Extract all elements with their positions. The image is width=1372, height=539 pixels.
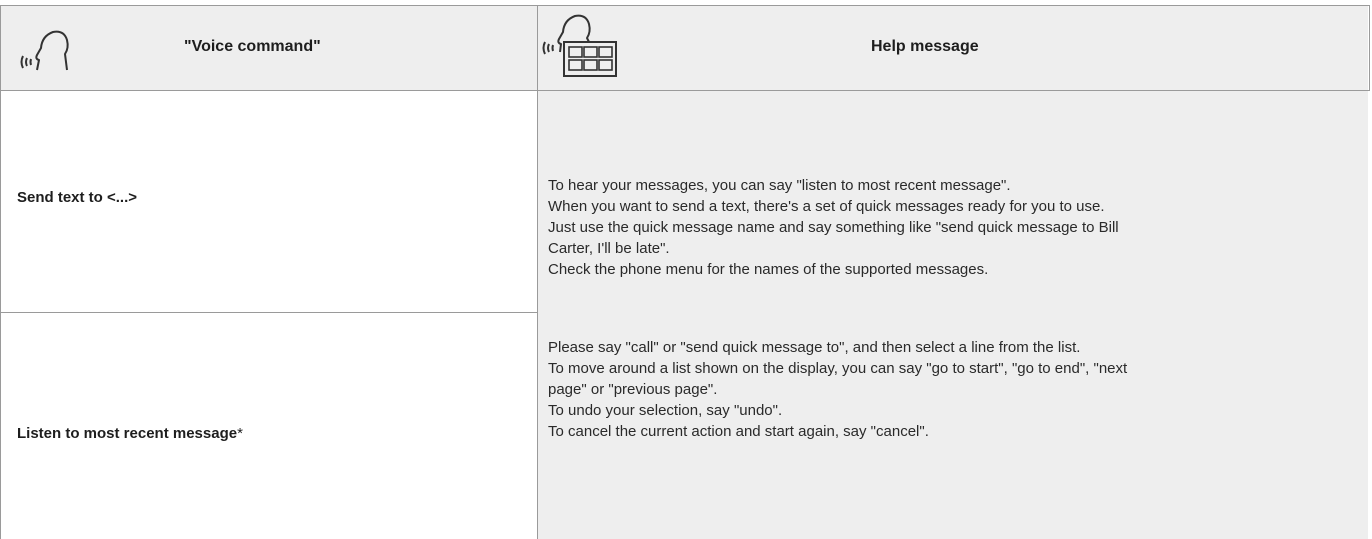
help-line: To move around a list shown on the displ…: [548, 360, 1128, 377]
help-line: To undo your selection, say "undo".: [548, 402, 783, 419]
column-divider: [537, 5, 538, 539]
command-suffix: *: [237, 425, 243, 442]
help-line: Please say "call" or "send quick message…: [548, 339, 1081, 356]
help-line: To cancel the current action and start a…: [548, 423, 929, 440]
help-line: Check the phone menu for the names of th…: [548, 261, 989, 278]
speaking-head-keypad-icon: [542, 14, 617, 77]
help-line: Carter, I'll be late".: [548, 240, 670, 257]
command-send-text: Send text to <...>: [17, 189, 137, 206]
command-label: Listen to most recent message: [17, 425, 238, 442]
help-line: page" or "previous page".: [548, 381, 718, 398]
help-line: When you want to send a text, there's a …: [548, 198, 1105, 215]
help-text-messages: To hear your messages, you can say "list…: [548, 175, 1348, 280]
help-line: To hear your messages, you can say "list…: [548, 177, 1011, 194]
help-line: Just use the quick message name and say …: [548, 219, 1119, 236]
header-bottom-border: [0, 90, 1370, 91]
voice-command-table: "Voice command" Help message Send text t…: [0, 0, 1372, 539]
help-message-title: Help message: [871, 38, 979, 55]
command-listen-recent: Listen to most recent message*: [17, 425, 243, 442]
help-message-column: [538, 91, 1368, 539]
command-label: Send text to <...>: [17, 189, 138, 206]
help-text-list-navigation: Please say "call" or "send quick message…: [548, 337, 1348, 442]
row-divider: [0, 312, 537, 313]
table-right-border: [1369, 5, 1370, 91]
voice-command-title: "Voice command": [184, 38, 321, 55]
speaking-head-icon: [20, 30, 69, 71]
table-left-border: [0, 5, 1, 539]
table-top-border: [0, 5, 1370, 6]
